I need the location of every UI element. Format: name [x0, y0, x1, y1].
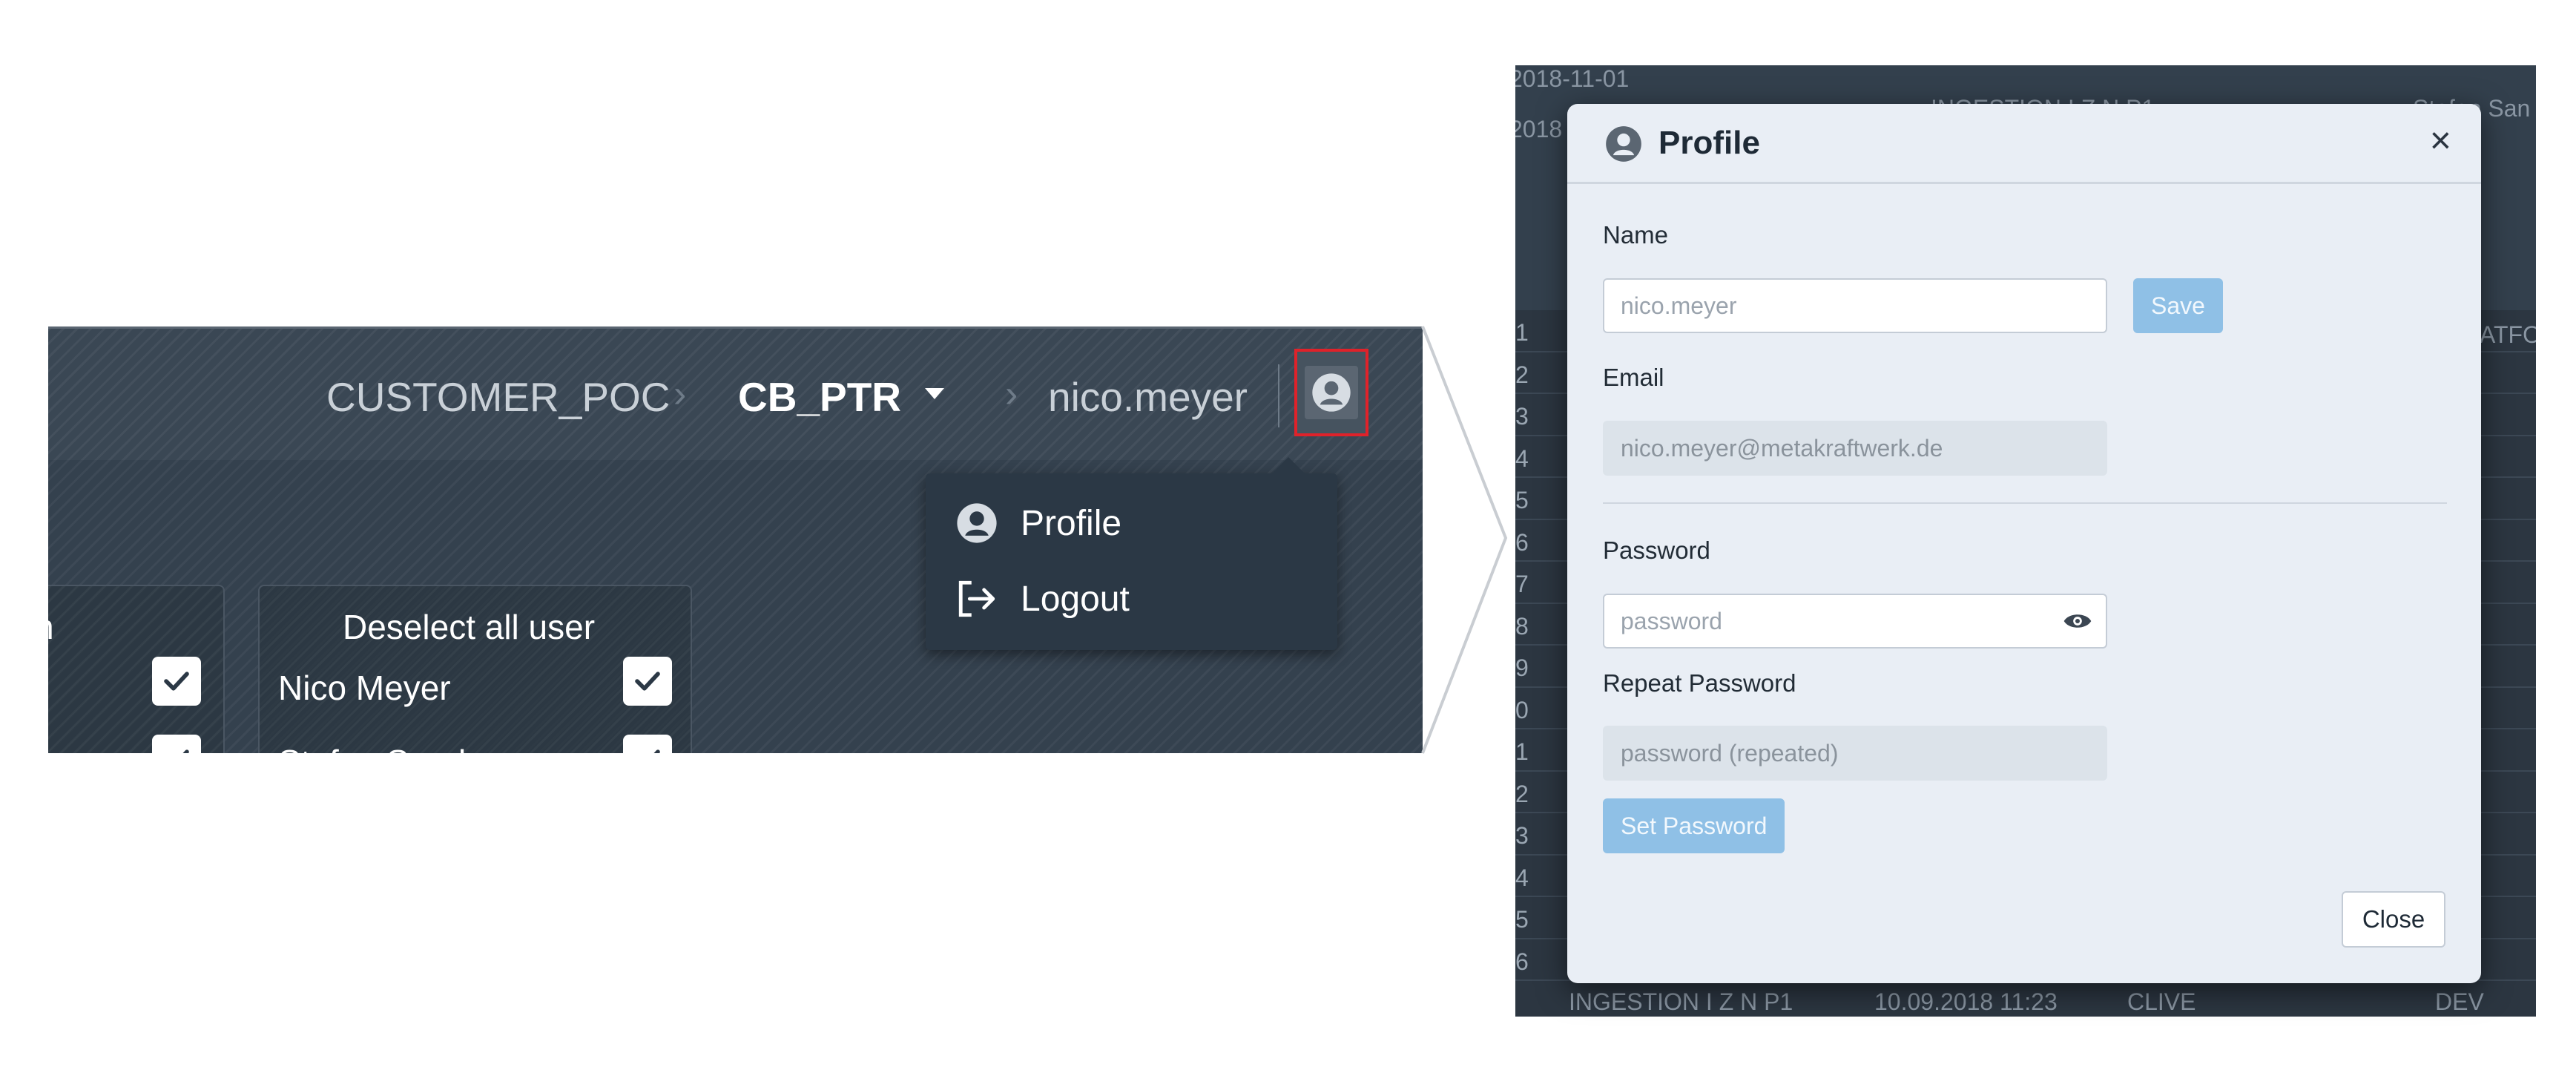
card-title: n	[48, 607, 54, 647]
user-circle-icon	[1606, 126, 1641, 162]
breadcrumb-separator-icon: ›	[1005, 372, 1018, 416]
eye-icon[interactable]	[2061, 604, 2095, 638]
user-circle-icon	[1312, 373, 1351, 412]
user-menu-button[interactable]	[1294, 349, 1368, 436]
table-cell: INGESTION I Z N P1	[1569, 988, 1793, 1015]
zoomed-header-panel: CUSTOMER_POC › CB_PTR › nico.meyer n	[48, 326, 1423, 753]
breadcrumb-username[interactable]: nico.meyer	[1048, 373, 1248, 421]
date-cell: 2018	[1515, 116, 1563, 142]
top-navbar: CUSTOMER_POC › CB_PTR › nico.meyer	[48, 329, 1423, 460]
set-password-button[interactable]: Set Password	[1603, 798, 1785, 853]
password-input[interactable]	[1603, 594, 2107, 649]
date-cell: 2018-11-01	[1515, 65, 1630, 92]
check-icon	[635, 672, 660, 691]
user-checkbox[interactable]	[623, 657, 672, 706]
user-checkbox[interactable]	[623, 735, 672, 753]
user-name: Nico Meyer	[278, 669, 451, 707]
close-button[interactable]: Close	[2342, 891, 2445, 948]
row-number: 9	[1515, 654, 1529, 681]
name-input[interactable]	[1603, 278, 2107, 333]
user-circle-icon	[957, 503, 997, 543]
save-button[interactable]: Save	[2133, 278, 2223, 333]
row-number: 3	[1515, 822, 1529, 849]
repeat-password-label: Repeat Password	[1603, 669, 1796, 697]
row-number: 5	[1515, 906, 1529, 933]
row-number: 0	[1515, 696, 1529, 723]
menu-item-profile[interactable]: Profile	[955, 502, 1121, 545]
row-number: 4	[1515, 864, 1529, 891]
menu-item-logout[interactable]: Logout	[955, 577, 1130, 620]
chevron-down-icon[interactable]	[925, 388, 944, 399]
close-icon[interactable]: ×	[2430, 119, 2451, 162]
row-number: 1	[1515, 738, 1529, 765]
row-number: 7	[1515, 571, 1529, 597]
row-number: 6	[1515, 528, 1529, 556]
email-field	[1603, 421, 2107, 476]
user-dropdown-menu: Profile Logout	[926, 457, 1337, 650]
divider	[1278, 364, 1279, 427]
breadcrumb-customer[interactable]: CUSTOMER_POC	[326, 373, 671, 421]
row-number: 2	[1515, 780, 1529, 807]
modal-header: Profile ×	[1567, 104, 2481, 184]
repeat-password-input[interactable]	[1603, 726, 2107, 781]
user-select-card: Deselect all user Nico Meyer Stefan Sand…	[258, 585, 692, 753]
check-icon	[164, 672, 189, 691]
breadcrumb-project[interactable]: CB_PTR	[738, 373, 901, 421]
row-number: 3	[1515, 403, 1529, 430]
password-label: Password	[1603, 536, 1710, 564]
email-label: Email	[1603, 364, 1664, 391]
row-number: 1	[1515, 319, 1529, 346]
checkbox[interactable]	[152, 657, 201, 706]
row-number: 5	[1515, 487, 1529, 513]
name-label: Name	[1603, 221, 1669, 249]
row-number: 8	[1515, 612, 1529, 640]
user-name: Stefan Sander	[278, 742, 496, 753]
checkbox[interactable]	[152, 735, 201, 753]
check-icon	[182, 749, 189, 753]
check-icon	[653, 749, 660, 753]
table-cell: DEV	[2435, 988, 2484, 1015]
row-number: 2	[1515, 361, 1529, 388]
deselect-all-button[interactable]: Deselect all user	[343, 607, 595, 647]
breadcrumb-separator-icon: ›	[673, 372, 687, 416]
divider	[1603, 502, 2447, 504]
row-number: 4	[1515, 444, 1529, 472]
profile-modal: Profile × Name Save Email Password Repea…	[1567, 104, 2481, 983]
table-cell: 10.09.2018 11:23	[1874, 988, 2058, 1015]
table-row: INGESTION I Z N P1 10.09.2018 11:23 CLIV…	[1515, 979, 2536, 1017]
row-number: 6	[1515, 948, 1529, 975]
menu-item-label: Profile	[1021, 503, 1122, 543]
modal-title: Profile	[1658, 125, 1760, 161]
table-cell: CLIVE	[2127, 988, 2196, 1015]
menu-item-label: Logout	[1021, 579, 1130, 619]
logout-icon	[958, 580, 995, 617]
filter-card: n	[48, 585, 225, 753]
